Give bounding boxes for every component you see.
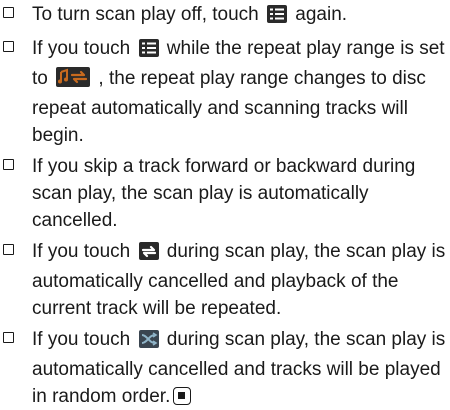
checkbox-bullet-icon — [3, 7, 14, 18]
folder-repeat-icon — [56, 67, 91, 95]
note-item: If you touch during scan play, the scan … — [0, 326, 450, 410]
note-text: If you touch — [32, 241, 131, 262]
notes-list: To turn scan play off, touch again. If y… — [0, 0, 450, 410]
note-text: If you touch — [32, 38, 131, 59]
checkbox-bullet-icon — [3, 159, 14, 170]
note-text: If you skip a track forward or backward … — [32, 156, 416, 231]
note-text: To turn scan play off, touch — [32, 4, 259, 25]
random-icon — [138, 329, 159, 356]
note-item: If you touch during scan play, the scan … — [0, 238, 450, 322]
scan-play-icon — [267, 4, 288, 31]
checkbox-bullet-icon — [3, 332, 14, 343]
note-text: If you touch — [32, 329, 131, 350]
repeat-icon — [138, 241, 159, 268]
end-of-section-icon — [173, 387, 192, 405]
note-item: If you skip a track forward or backward … — [0, 153, 450, 234]
scan-play-icon — [138, 38, 159, 65]
note-text: , the repeat play range changes to disc … — [32, 68, 426, 146]
checkbox-bullet-icon — [3, 244, 14, 255]
note-item: If you touch while the repeat play range… — [0, 35, 450, 149]
note-item: To turn scan play off, touch again. — [0, 1, 450, 31]
note-text: again. — [295, 4, 348, 25]
checkbox-bullet-icon — [3, 41, 14, 52]
